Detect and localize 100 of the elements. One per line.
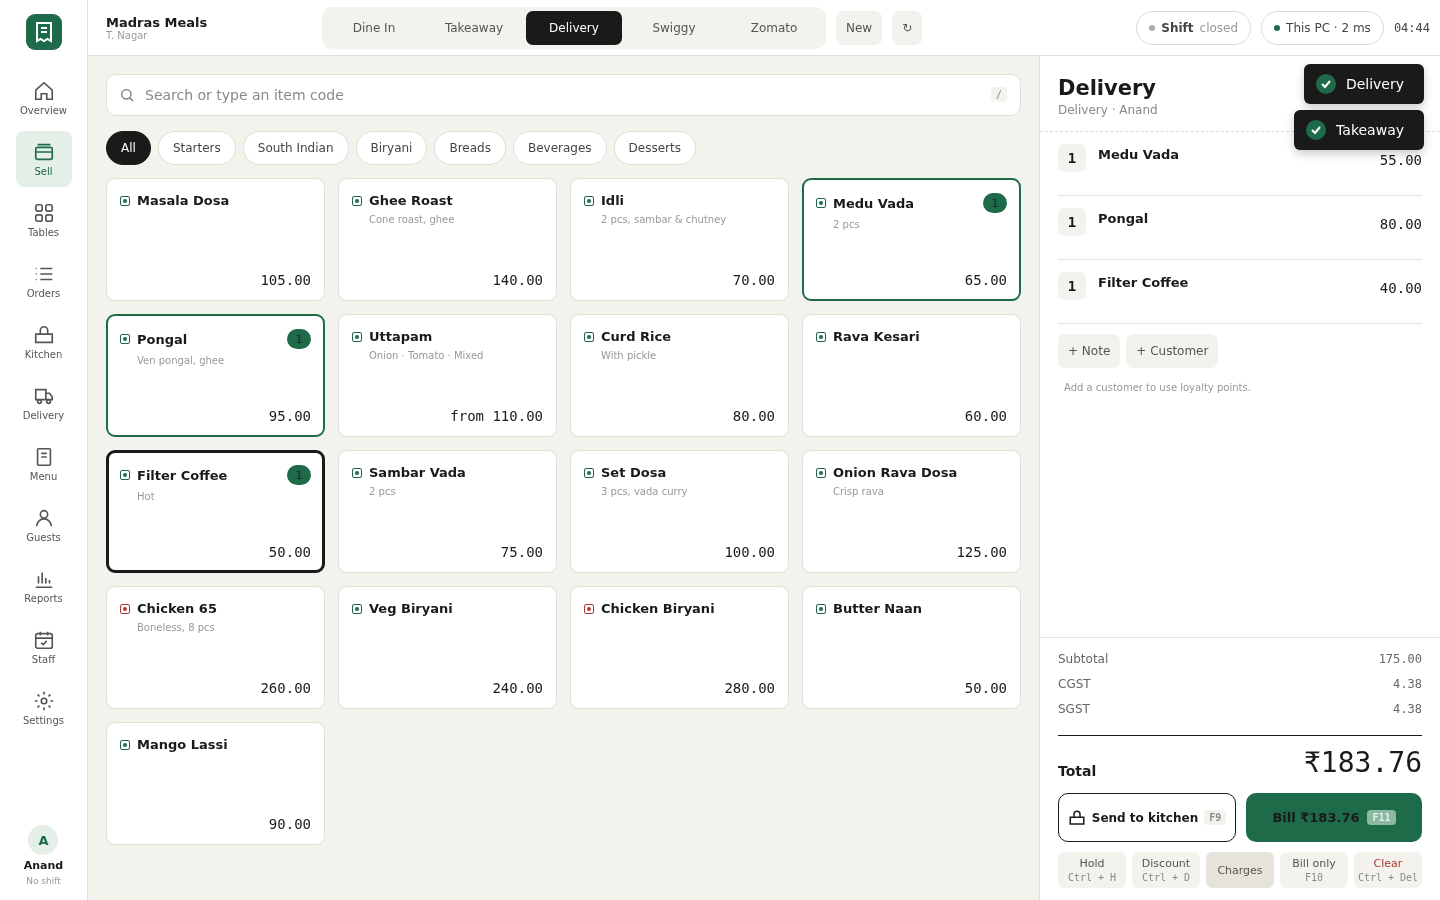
item-name: Curd Rice [601,329,673,344]
item-price: 100.00 [724,544,775,560]
menu-item-card[interactable]: Veg Biryani 240.00 [338,586,557,709]
add-note-button[interactable]: + Note [1058,334,1121,368]
action-button[interactable]: Bill only F10 [1280,852,1348,888]
item-price: 105.00 [260,272,311,288]
menu-item-card[interactable]: Medu Vada 1 2 pcs 65.00 [802,178,1021,301]
line-price: 55.00 [1379,151,1422,168]
item-name: Set Dosa [601,465,668,480]
category-chip[interactable]: South Indian [242,131,349,165]
nav-item[interactable]: Overview [15,70,72,126]
menu-item-card[interactable]: Filter Coffee 1 Hot 50.00 [106,450,325,573]
grid-icon [32,202,55,224]
category-chip[interactable]: Breads [434,131,506,165]
shift-status: No shift [26,876,61,886]
menu-item-card[interactable]: Idli 2 pcs, sambar & chutney 70.00 [570,178,789,301]
menu-item-card[interactable]: Butter Naan 50.00 [802,586,1021,709]
item-description: 2 pcs, sambar & chutney [601,214,728,225]
menu-item-card[interactable]: Chicken Biryani 280.00 [570,586,789,709]
shortcut-key: F9 [1204,810,1227,825]
item-name: Veg Biryani [369,601,454,616]
menu-item-card[interactable]: Set Dosa 3 pcs, vada curry 100.00 [570,450,789,573]
menu-item-card[interactable]: Onion Rava Dosa Crisp rava 125.00 [802,450,1021,573]
item-price: 60.00 [964,408,1007,424]
shortcut-key: F11 [1367,810,1396,825]
calendar-check-icon [32,629,55,651]
total-amount: ₹183.76 [1304,746,1422,779]
home-icon [32,80,55,102]
nav-item[interactable]: Tables [15,192,72,248]
item-name: Onion Rava Dosa [833,465,959,480]
item-price: 90.00 [268,816,311,832]
shortcut-key: Ctrl + Del [1357,872,1419,883]
action-button[interactable]: Hold Ctrl + H [1058,852,1126,888]
line-quantity[interactable]: 1 [1058,208,1086,236]
menu-item-card[interactable]: Curd Rice With pickle 80.00 [570,314,789,437]
send-to-kitchen-button[interactable]: Send to kitchen F9 [1058,793,1236,842]
nav-item[interactable]: Menu [15,436,72,492]
item-price: 125.00 [956,544,1007,560]
new-button[interactable]: New [836,10,883,45]
loyalty-hint: Add a customer to use loyalty points. [1064,382,1252,393]
summary-value: 4.38 [1393,677,1422,693]
menu-item-card[interactable]: Rava Kesari 60.00 [802,314,1021,437]
item-price: 70.00 [732,272,775,288]
line-quantity[interactable]: 1 [1058,272,1086,300]
shortcut-key: Ctrl + D [1141,872,1191,883]
menu-item-card[interactable]: Chicken 65 Boneless, 8 pcs 260.00 [106,586,325,709]
add-customer-button[interactable]: + Customer [1126,334,1219,368]
menu-item-card[interactable]: Ghee Roast Cone roast, ghee 140.00 [338,178,557,301]
toast-notification: Delivery [1303,64,1424,104]
nav-item[interactable]: Orders [15,253,72,309]
refresh-button[interactable]: ↻ [892,10,923,45]
basket-icon [32,324,55,346]
menu-item-card[interactable]: Uttapam Onion · Tomato · Mixed from 110.00 [338,314,557,437]
item-description: 3 pcs, vada curry [601,486,689,497]
category-chip[interactable]: All [106,131,151,165]
basket-icon [1067,808,1086,827]
item-name: Sambar Vada [369,465,467,480]
menu-item-card[interactable]: Pongal 1 Ven pongal, ghee 95.00 [106,314,325,437]
nav-item[interactable]: Sell [15,131,72,187]
item-price: 140.00 [492,272,543,288]
user-avatar[interactable]: A [28,825,59,855]
menu-item-card[interactable]: Sambar Vada 2 pcs 75.00 [338,450,557,573]
order-type-tab[interactable]: Takeaway [426,10,522,45]
card-icon [32,141,55,163]
nav-item[interactable]: Reports [15,558,72,614]
line-item-name: Medu Vada [1098,146,1181,162]
nav-item[interactable]: Guests [15,497,72,553]
order-type-tab[interactable]: Dine In [326,10,422,45]
order-type-tab[interactable]: Delivery [526,10,622,45]
quantity-badge: 1 [983,193,1007,213]
order-type-tab[interactable]: Swiggy [626,10,722,45]
nav-item[interactable]: Kitchen [15,314,72,370]
action-button[interactable]: Discount Ctrl + D [1132,852,1200,888]
line-quantity[interactable]: 1 [1058,144,1086,172]
item-name: Chicken 65 [137,601,218,616]
category-chip[interactable]: Desserts [613,131,696,165]
nav-item[interactable]: Settings [15,680,72,736]
item-price: from 110.00 [450,408,543,424]
item-description: 2 pcs [833,219,861,230]
branch-name: T. Nagar [106,29,149,41]
item-name: Butter Naan [833,601,924,616]
action-button[interactable]: Charges [1206,852,1274,888]
category-chip[interactable]: Starters [157,131,236,165]
category-chip[interactable]: Beverages [512,131,607,165]
category-chip[interactable]: Biryani [355,131,428,165]
item-description: Onion · Tomato · Mixed [369,350,485,361]
nav-item[interactable]: Staff [15,619,72,675]
action-button[interactable]: Clear Ctrl + Del [1354,852,1422,888]
item-price: 50.00 [268,544,311,560]
menu-item-card[interactable]: Masala Dosa 105.00 [106,178,325,301]
order-type-tab[interactable]: Zomato [726,10,822,45]
check-circle-icon [1306,120,1327,140]
receipt-logo-icon [25,14,62,50]
nav-item[interactable]: Delivery [15,375,72,431]
item-name: Rava Kesari [833,329,921,344]
item-description: With pickle [601,350,658,361]
item-name: Uttapam [369,329,434,344]
menu-item-card[interactable]: Mango Lassi 90.00 [106,722,325,845]
search-icon [119,87,135,103]
item-name: Mango Lassi [137,737,229,752]
